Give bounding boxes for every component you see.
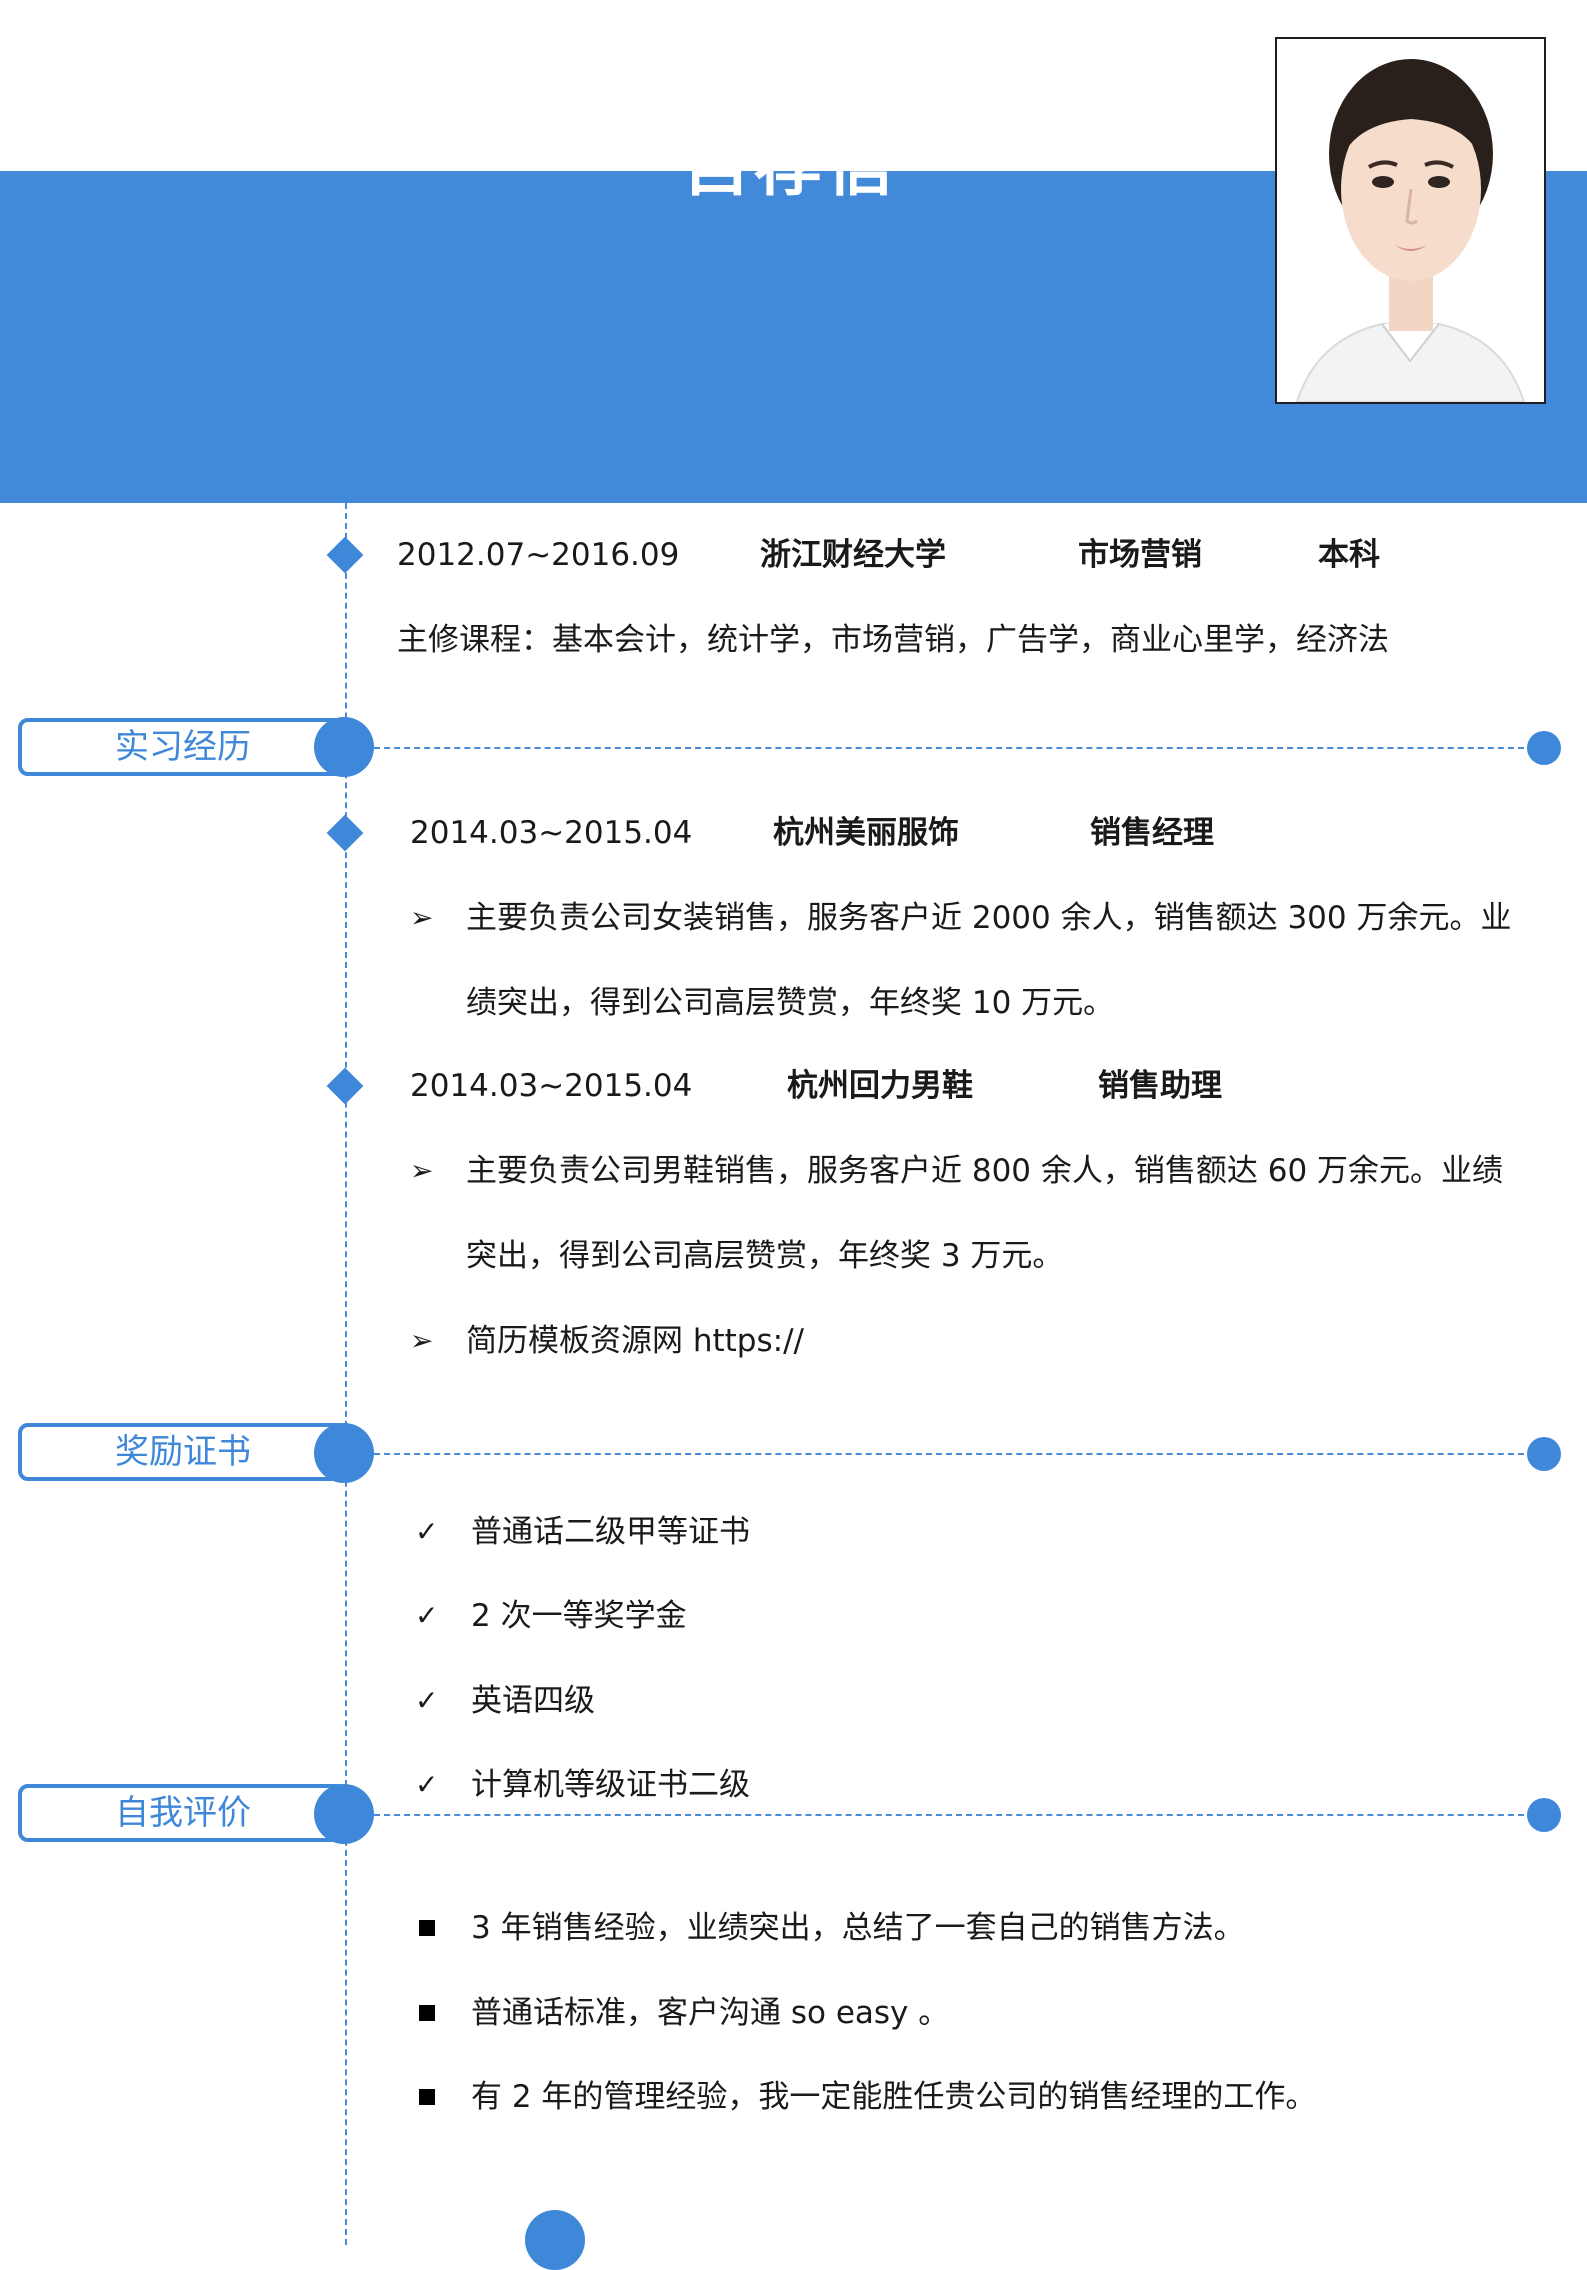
section-dot-icon (314, 1423, 374, 1483)
square-bullet-icon (419, 1920, 435, 1936)
check-icon: ✓ (415, 1768, 439, 1801)
section-dot-icon (314, 1784, 374, 1844)
award-item: 2 次一等奖学金 (471, 1598, 687, 1634)
internship-diamond-icon (326, 1067, 364, 1105)
section-divider (374, 1453, 1544, 1455)
internship-company: 杭州回力男鞋 (787, 1068, 973, 1104)
check-icon: ✓ (415, 1684, 439, 1717)
section-divider (374, 1814, 1544, 1816)
arrow-bullet-icon: ➢ (410, 1154, 434, 1187)
internship-diamond-icon (326, 814, 364, 852)
education-diamond-icon (326, 536, 364, 574)
self-eval-item: 普通话标准，客户沟通 so easy 。 (471, 1995, 950, 2031)
section-divider (374, 747, 1544, 749)
arrow-bullet-icon: ➢ (410, 1324, 434, 1357)
internship-desc-line1: 主要负责公司男鞋销售，服务客户近 800 余人，销售额达 60 万余元。业绩 (466, 1153, 1504, 1189)
divider-end-dot-icon (1527, 1798, 1561, 1832)
education-school: 浙江财经大学 (760, 537, 946, 573)
internship-role: 销售助理 (1098, 1068, 1222, 1104)
page-title: 自荐信 (640, 171, 940, 227)
portrait-illustration (1277, 39, 1544, 402)
bottom-dot-icon (525, 2210, 585, 2270)
self-eval-item: 3 年销售经验，业绩突出，总结了一套自己的销售方法。 (471, 1910, 1245, 1946)
section-dot-icon (314, 717, 374, 777)
profile-photo (1275, 37, 1546, 404)
section-label-self-eval: 自我评价 (18, 1784, 348, 1842)
square-bullet-icon (419, 2089, 435, 2105)
award-item: 英语四级 (471, 1683, 595, 1719)
check-icon: ✓ (415, 1599, 439, 1632)
education-degree: 本科 (1318, 537, 1380, 573)
award-item: 普通话二级甲等证书 (471, 1514, 750, 1550)
divider-end-dot-icon (1527, 1437, 1561, 1471)
self-eval-item: 有 2 年的管理经验，我一定能胜任贵公司的销售经理的工作。 (471, 2079, 1317, 2115)
award-item: 计算机等级证书二级 (471, 1767, 750, 1803)
education-major: 市场营销 (1078, 537, 1202, 573)
internship-desc-line2: 绩突出，得到公司高层赞赏，年终奖 10 万元。 (466, 985, 1115, 1021)
internship-period: 2014.03~2015.04 (410, 815, 693, 851)
internship-company: 杭州美丽服饰 (773, 815, 959, 851)
internship-role: 销售经理 (1090, 815, 1214, 851)
internship-desc-line2: 突出，得到公司高层赞赏，年终奖 3 万元。 (466, 1238, 1064, 1274)
internship-extra-link[interactable]: 简历模板资源网 https:// (466, 1321, 804, 1361)
section-label-awards: 奖励证书 (18, 1423, 348, 1481)
check-icon: ✓ (415, 1515, 439, 1548)
section-label-internship: 实习经历 (18, 718, 348, 776)
education-courses: 主修课程：基本会计，统计学，市场营销，广告学，商业心里学，经济法 (397, 622, 1389, 658)
divider-end-dot-icon (1527, 731, 1561, 765)
arrow-bullet-icon: ➢ (410, 901, 434, 934)
internship-period: 2014.03~2015.04 (410, 1068, 693, 1104)
education-period: 2012.07~2016.09 (397, 537, 680, 573)
square-bullet-icon (419, 2005, 435, 2021)
internship-desc-line1: 主要负责公司女装销售，服务客户近 2000 余人，销售额达 300 万余元。业 (466, 900, 1512, 936)
